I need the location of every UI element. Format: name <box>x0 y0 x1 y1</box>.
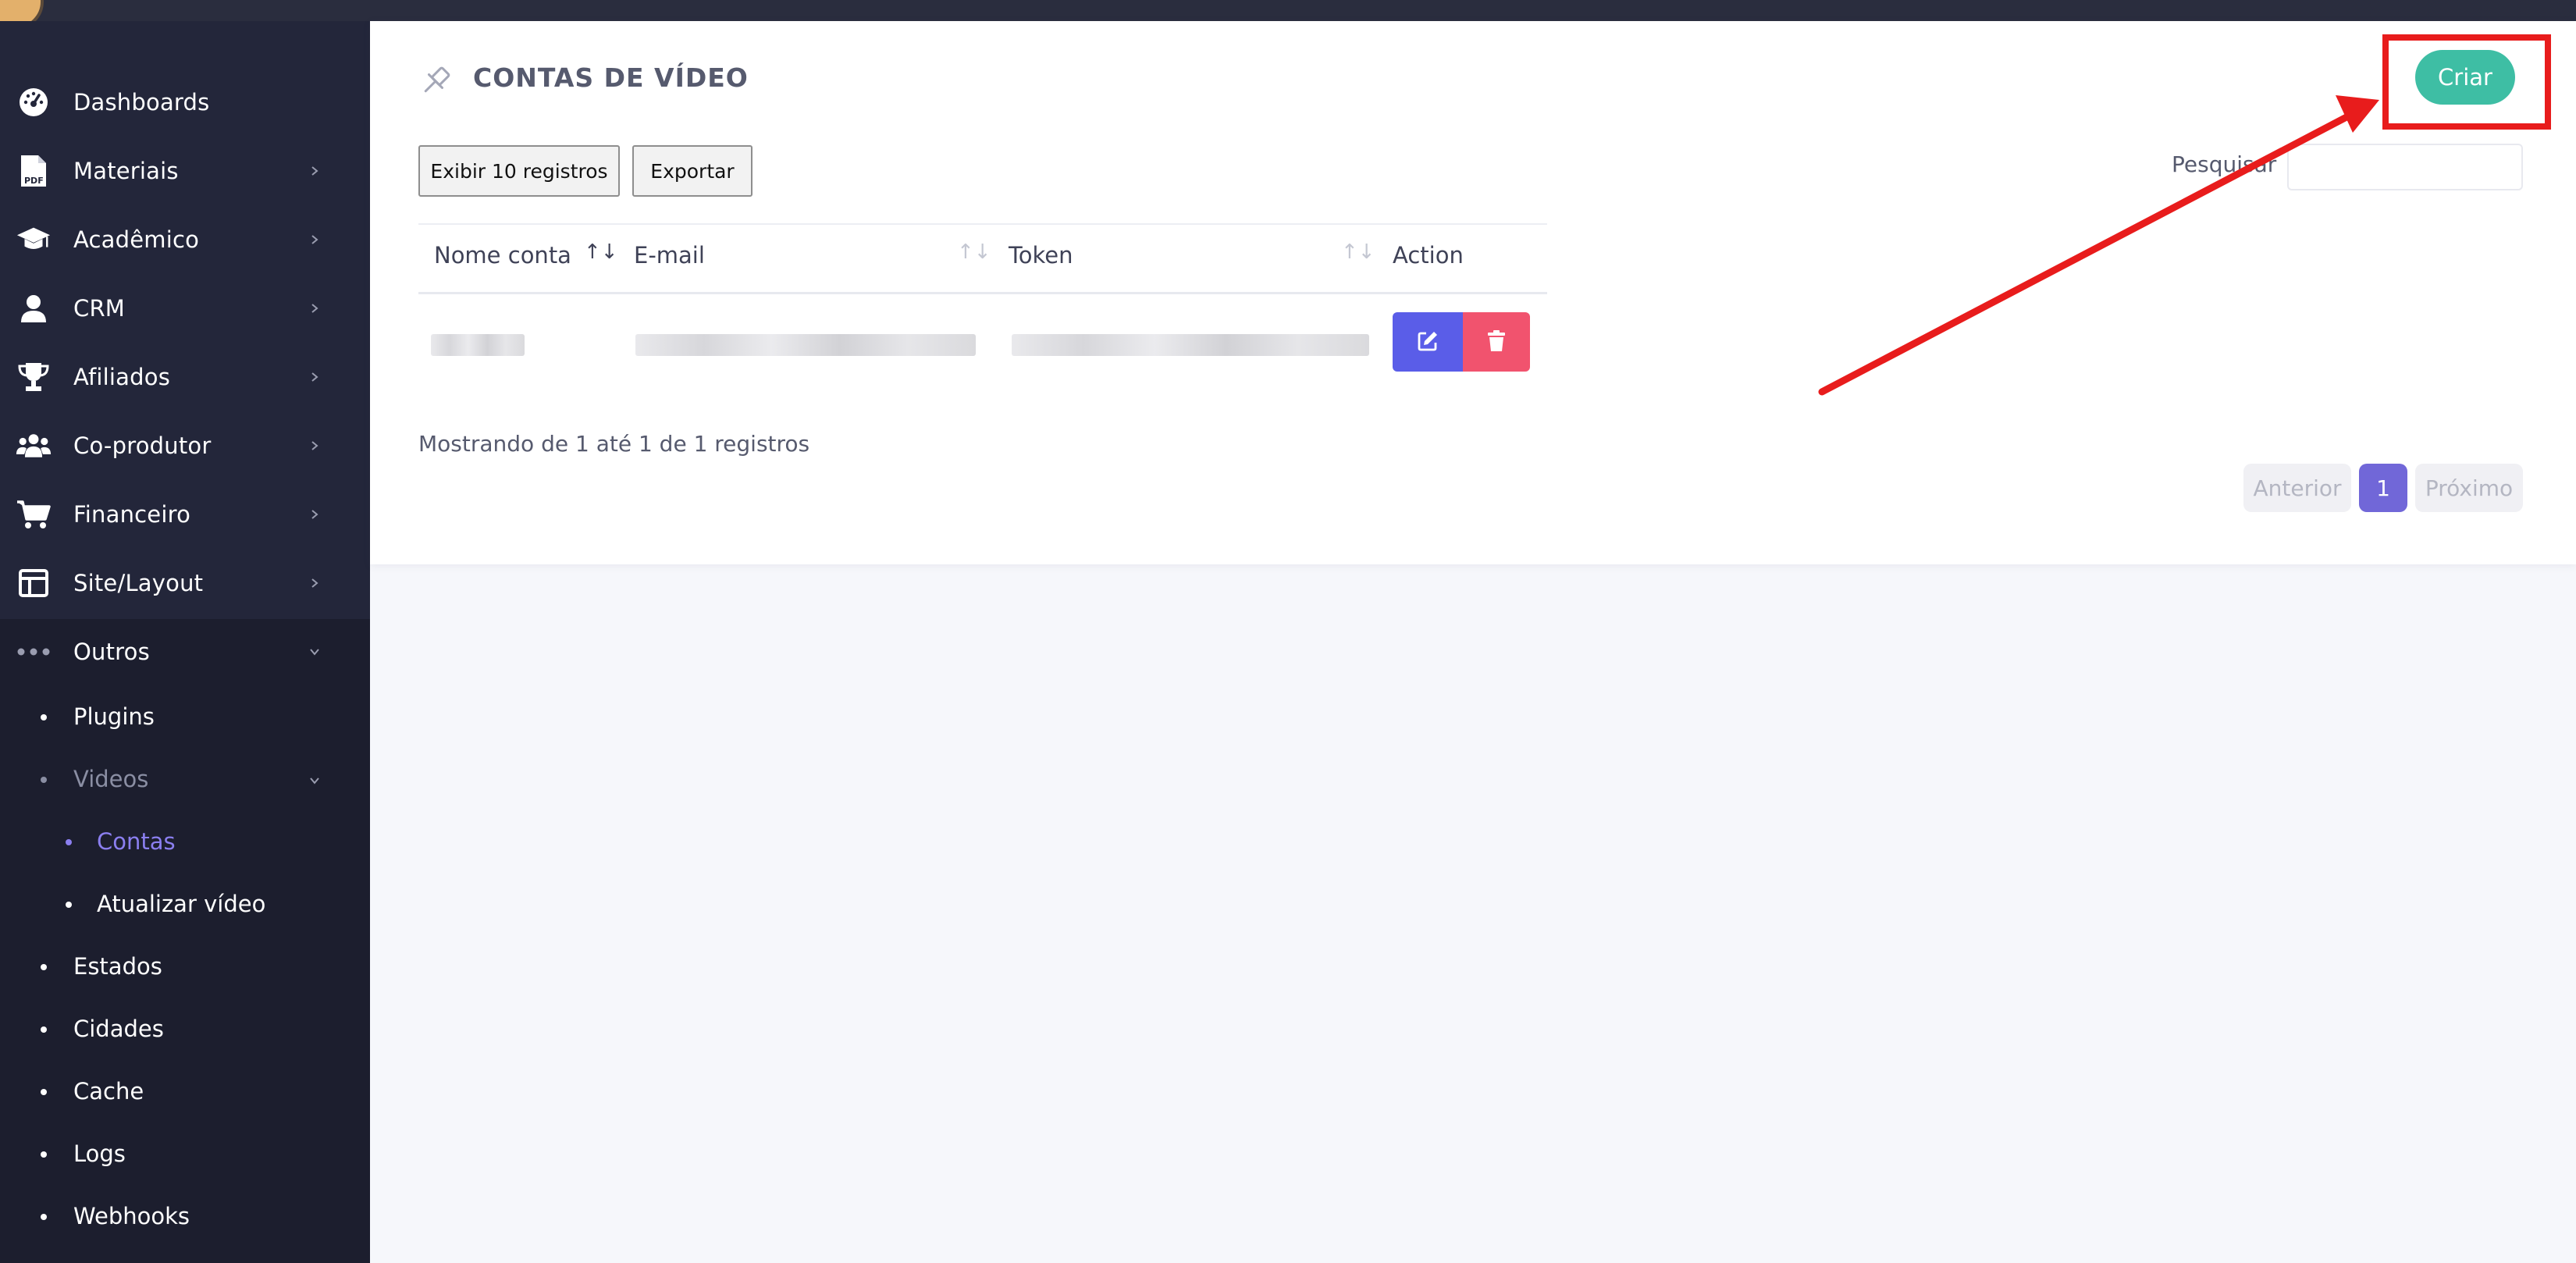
sidebar-subitem-label: Atualizar vídeo <box>97 891 266 917</box>
chevron-right-icon <box>306 162 323 180</box>
sidebar-subitem-label: Logs <box>73 1140 126 1167</box>
pagination-next-button[interactable]: Próximo <box>2415 464 2523 512</box>
sidebar-item-academico[interactable]: Acadêmico <box>0 205 370 274</box>
sidebar-subitem-videos[interactable]: Videos <box>0 749 370 811</box>
sidebar-subitem-label: Webhooks <box>73 1203 190 1229</box>
search-input[interactable] <box>2287 144 2523 190</box>
bullet-icon <box>41 714 47 720</box>
sidebar-subitem-label: Cidades <box>73 1016 164 1042</box>
sidebar-subitem-estados[interactable]: Estados <box>0 936 370 998</box>
sidebar-item-outros[interactable]: Outros <box>0 617 370 686</box>
redacted-email <box>635 334 976 356</box>
sidebar-item-label: Dashboards <box>73 89 210 116</box>
sidebar-item-co-produtor[interactable]: Co-produtor <box>0 411 370 480</box>
users-icon <box>16 429 52 463</box>
shopping-cart-icon <box>16 497 52 532</box>
sidebar-subitem-webhooks[interactable]: Webhooks <box>0 1186 370 1248</box>
more-dots-icon <box>16 635 52 669</box>
bullet-icon <box>41 964 47 970</box>
top-bar <box>0 0 2576 21</box>
sidebar-subitem-logs[interactable]: Logs <box>0 1123 370 1186</box>
pin-icon <box>417 62 454 100</box>
chevron-right-icon <box>306 506 323 523</box>
sidebar-subitem-cidades[interactable]: Cidades <box>0 998 370 1061</box>
redacted-token <box>1012 334 1369 356</box>
sidebar: Dashboards PDF Materiais Acadêmico CRM A… <box>0 21 370 1263</box>
sort-icon[interactable]: ↑↓ <box>1341 240 1375 264</box>
delete-button[interactable] <box>1463 312 1530 372</box>
search-label: Pesquisar <box>2172 151 2277 177</box>
column-header-action: Action <box>1393 242 1464 269</box>
sidebar-item-label: Afiliados <box>73 364 171 390</box>
sidebar-item-financeiro[interactable]: Financeiro <box>0 480 370 549</box>
sidebar-subitem-label: Plugins <box>73 703 155 730</box>
sidebar-item-afiliados[interactable]: Afiliados <box>0 343 370 411</box>
show-records-button[interactable]: Exibir 10 registros <box>418 145 620 197</box>
edit-button[interactable] <box>1393 312 1463 372</box>
sidebar-item-label: Site/Layout <box>73 570 204 596</box>
pagination-page-button[interactable]: 1 <box>2359 464 2407 512</box>
sidebar-item-label: Materiais <box>73 158 179 184</box>
export-button[interactable]: Exportar <box>632 145 753 197</box>
table-header-border <box>418 292 1547 294</box>
sidebar-item-dashboards[interactable]: Dashboards <box>0 68 370 137</box>
sidebar-subitem-label: Contas <box>97 828 176 855</box>
pagination-previous-button[interactable]: Anterior <box>2243 464 2351 512</box>
bullet-icon <box>41 1214 47 1220</box>
sidebar-item-label: Financeiro <box>73 501 191 528</box>
bullet-icon <box>41 1151 47 1158</box>
column-header-email[interactable]: E-mail <box>634 242 705 269</box>
sidebar-subitem-label: Videos <box>73 766 149 792</box>
sidebar-item-crm[interactable]: CRM <box>0 274 370 343</box>
chevron-down-icon <box>306 772 323 789</box>
table-top-border <box>418 223 1547 225</box>
bullet-icon <box>66 839 72 845</box>
pagination-info: Mostrando de 1 até 1 de 1 registros <box>418 431 810 457</box>
pdf-file-icon: PDF <box>16 154 52 188</box>
graduation-cap-icon <box>16 222 52 257</box>
chevron-down-icon <box>306 643 323 660</box>
sidebar-item-label: Outros <box>73 639 150 665</box>
bullet-icon <box>41 1026 47 1033</box>
sidebar-item-label: Acadêmico <box>73 226 200 253</box>
chevron-right-icon <box>306 575 323 592</box>
sidebar-subitem-cache[interactable]: Cache <box>0 1061 370 1123</box>
page-title: CONTAS DE VÍDEO <box>473 62 749 93</box>
sidebar-subitem-plugins[interactable]: Plugins <box>0 686 370 749</box>
edit-icon <box>1416 329 1439 355</box>
column-header-token[interactable]: Token <box>1009 242 1073 269</box>
chevron-right-icon <box>306 300 323 317</box>
sidebar-item-label: Co-produtor <box>73 432 212 459</box>
redacted-account-name <box>431 334 525 356</box>
trash-icon <box>1486 329 1507 355</box>
sidebar-item-materiais[interactable]: PDF Materiais <box>0 137 370 205</box>
dashboard-gauge-icon <box>16 85 52 119</box>
chevron-right-icon <box>306 368 323 386</box>
sort-icon[interactable]: ↑↓ <box>584 240 618 264</box>
column-header-nome-conta[interactable]: Nome conta <box>434 242 571 269</box>
chevron-right-icon <box>306 231 323 248</box>
bullet-icon <box>41 1089 47 1095</box>
sort-icon[interactable]: ↑↓ <box>957 240 991 264</box>
sidebar-subitem-label: Estados <box>73 953 162 980</box>
sidebar-item-label: CRM <box>73 295 126 322</box>
svg-text:PDF: PDF <box>24 176 44 186</box>
chevron-right-icon <box>306 437 323 454</box>
annotation-highlight-box <box>2382 34 2551 130</box>
trophy-icon <box>16 360 52 394</box>
user-icon <box>16 291 52 326</box>
sidebar-item-site-layout[interactable]: Site/Layout <box>0 549 370 617</box>
bullet-icon <box>41 777 47 783</box>
bullet-icon <box>66 902 72 908</box>
sidebar-subitem-contas[interactable]: Contas <box>0 811 370 873</box>
sidebar-subitem-atualizar-video[interactable]: Atualizar vídeo <box>0 873 370 936</box>
sidebar-subitem-label: Cache <box>73 1078 144 1105</box>
layout-icon <box>16 566 52 600</box>
